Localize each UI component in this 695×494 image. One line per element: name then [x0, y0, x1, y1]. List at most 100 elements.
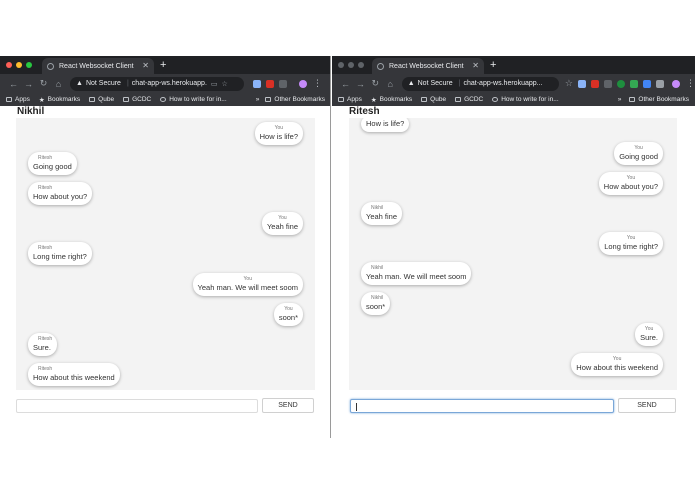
star-icon[interactable]: ☆	[222, 80, 228, 88]
star-icon[interactable]: ☆	[565, 78, 573, 89]
other-bookmarks[interactable]: Other Bookmarks	[629, 96, 689, 103]
bookmark-label: Qube	[430, 96, 447, 103]
mic-icon[interactable]	[604, 79, 612, 88]
reload-icon[interactable]: ↻	[36, 78, 51, 89]
globe-icon	[377, 62, 384, 70]
text-caret	[356, 403, 357, 411]
message-text: Yeah fine	[266, 222, 298, 231]
back-icon[interactable]: ←	[338, 79, 353, 89]
bookmark-apps[interactable]: Apps	[6, 96, 30, 103]
browser-tab[interactable]: React Websocket Client ✕	[42, 58, 154, 74]
warning-icon: ▲	[407, 80, 415, 87]
minimize-window-button[interactable]	[16, 62, 22, 68]
bookmark-bookmarks[interactable]: ★ Bookmarks	[39, 96, 80, 104]
extension-icon[interactable]	[578, 79, 586, 88]
cast-icon[interactable]: ▭	[211, 80, 218, 88]
message-text: How about you?	[603, 182, 658, 191]
grammar-icon[interactable]	[617, 79, 625, 88]
chat-message: Nikhil soon*	[361, 292, 391, 315]
bookmarks-bar: Apps ★ Bookmarks Qube GCDC How to write f…	[0, 93, 330, 106]
message-text: Sure.	[640, 333, 658, 342]
message-text: Going good	[619, 152, 658, 161]
mic-icon[interactable]	[279, 79, 287, 88]
bookmark-qube[interactable]: Qube	[89, 96, 114, 103]
extension-icon[interactable]	[253, 79, 261, 88]
bookmark-how-to-write[interactable]: How to write for in...	[160, 96, 227, 103]
address-bar[interactable]: ▲ Not Secure | chat-app-ws.herokuapp...	[401, 76, 559, 91]
bookmark-label: Other Bookmarks	[638, 96, 689, 103]
message-sender: Ritesh	[38, 336, 53, 342]
puzzle-icon[interactable]	[656, 79, 664, 88]
bookmarks-bar: Apps ★ Bookmarks Qube GCDC How to write f…	[332, 93, 695, 106]
bookmark-gcdc[interactable]: GCDC	[455, 96, 483, 103]
new-tab-button[interactable]: +	[490, 58, 496, 72]
bookmark-apps[interactable]: Apps	[338, 96, 362, 103]
bookmark-gcdc[interactable]: GCDC	[123, 96, 151, 103]
forward-icon[interactable]: →	[21, 79, 36, 89]
close-tab-icon[interactable]: ✕	[142, 61, 149, 70]
menu-icon[interactable]: ⋮	[686, 78, 695, 89]
message-input[interactable]	[350, 399, 614, 413]
address-bar[interactable]: ▲ Not Secure | chat-app-ws.herokuapp. ▭ …	[70, 76, 244, 91]
bookmark-bookmarks[interactable]: ★ Bookmarks	[371, 96, 412, 104]
chat-message: You Sure.	[635, 323, 663, 346]
bookmark-qube[interactable]: Qube	[421, 96, 446, 103]
message-text: How about this weekend	[576, 363, 658, 372]
zoom-window-button[interactable]	[26, 62, 32, 68]
close-window-button[interactable]	[6, 62, 12, 68]
close-window-button[interactable]	[338, 62, 344, 68]
home-icon[interactable]: ⌂	[51, 79, 66, 89]
adblock-icon[interactable]	[266, 79, 274, 88]
adblock-icon[interactable]	[591, 79, 599, 88]
message-input[interactable]	[16, 399, 258, 413]
chat-message: How is life?	[361, 118, 410, 132]
chat-message: You Yeah man. We will meet soom	[192, 273, 303, 296]
message-text: Sure.	[33, 343, 51, 352]
send-button[interactable]: SEND	[618, 398, 676, 413]
zoom-window-button[interactable]	[358, 62, 364, 68]
close-tab-icon[interactable]: ✕	[472, 61, 479, 70]
bookmark-label: Other Bookmarks	[274, 96, 325, 103]
bookmark-how-to-write[interactable]: How to write for in...	[492, 96, 559, 103]
bookmark-label: Qube	[98, 96, 115, 103]
other-bookmarks[interactable]: Other Bookmarks	[265, 96, 325, 103]
bookmark-label: Bookmarks	[47, 96, 81, 103]
profile-icon[interactable]	[672, 79, 680, 88]
forward-icon[interactable]: →	[353, 79, 368, 89]
bookmark-label: How to write for in...	[501, 96, 559, 103]
globe-icon	[47, 62, 54, 70]
chat-message: You How about this weekend	[571, 353, 663, 376]
new-tab-button[interactable]: +	[160, 58, 166, 72]
message-text: How is life?	[259, 132, 298, 141]
browser-window-ritesh: React Websocket Client ✕ + ← → ↻ ⌂ ▲ Not…	[332, 56, 695, 438]
browser-toolbar: ← → ↻ ⌂ ▲ Not Secure | chat-app-ws.herok…	[332, 74, 695, 93]
chat-message: Ritesh Going good	[28, 152, 77, 175]
bookmarks-overflow[interactable]: »	[256, 96, 260, 103]
reload-icon[interactable]: ↻	[368, 78, 383, 89]
apps-icon	[338, 97, 344, 102]
minimize-window-button[interactable]	[348, 62, 354, 68]
bookmarks-overflow[interactable]: »	[618, 96, 622, 103]
menu-icon[interactable]: ⋮	[313, 78, 322, 89]
chat-area[interactable]: How is life? You Going good You How about …	[349, 118, 677, 390]
bookmark-folder-icon	[123, 97, 130, 102]
translate-icon[interactable]	[630, 79, 638, 88]
message-sender: You	[634, 145, 643, 151]
chat-area[interactable]: You How is life? Ritesh Going good Ritesh H…	[16, 118, 315, 390]
window-controls	[338, 62, 364, 68]
chat-message: Ritesh Sure.	[28, 333, 58, 356]
page-content: Nikhil You How is life? Ritesh Going good …	[0, 106, 330, 438]
back-icon[interactable]: ←	[6, 79, 21, 89]
profile-icon[interactable]	[299, 79, 307, 88]
message-sender: Ritesh	[38, 245, 53, 251]
bookmark-label: GCDC	[132, 96, 152, 103]
message-sender: Ritesh	[38, 185, 53, 191]
browser-tab[interactable]: React Websocket Client ✕	[372, 58, 484, 74]
bookmark-label: Apps	[347, 96, 362, 103]
bookmark-label: Apps	[15, 96, 30, 103]
bookmark-label: Bookmarks	[379, 96, 413, 103]
docs-icon[interactable]	[643, 79, 651, 88]
send-button[interactable]: SEND	[262, 398, 314, 413]
message-sender: You	[243, 276, 252, 282]
home-icon[interactable]: ⌂	[383, 79, 398, 89]
